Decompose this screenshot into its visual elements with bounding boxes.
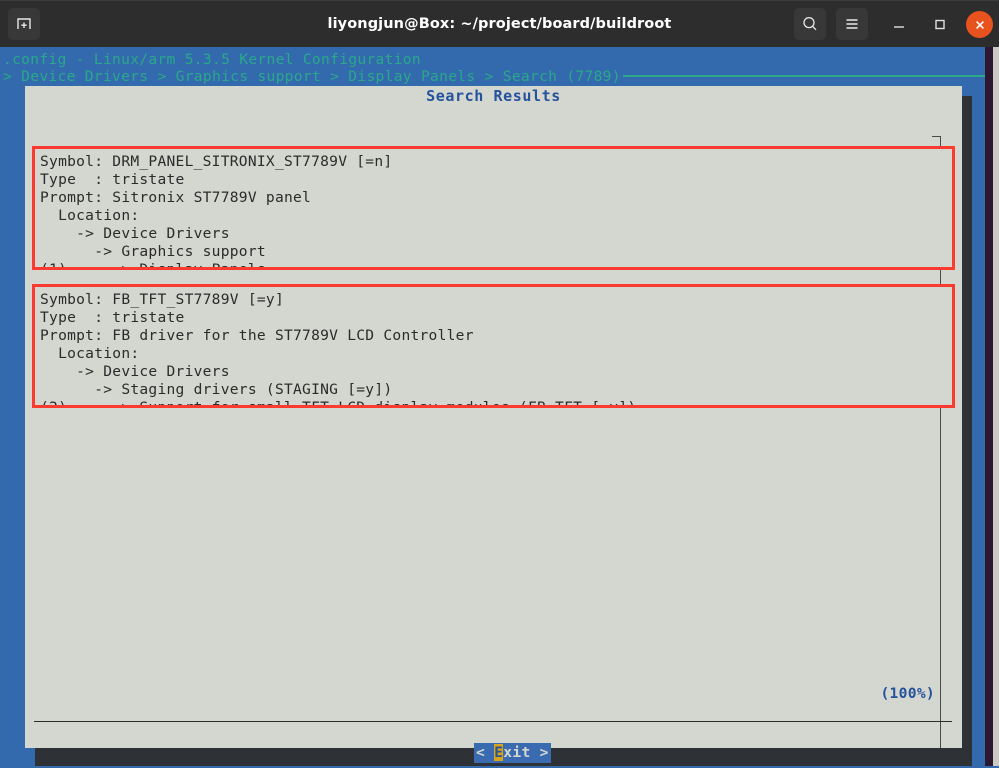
kernel-config-header: .config - Linux/arm 5.3.5 Kernel Configu… bbox=[3, 51, 421, 68]
scroll-percent: (100%) bbox=[880, 685, 935, 702]
window-right-dark-edge bbox=[985, 47, 993, 768]
close-button[interactable] bbox=[966, 11, 993, 38]
result-block[interactable]: Symbol: FB_TFT_ST7789V [=y] Type : trist… bbox=[32, 284, 955, 408]
result-line: Location: bbox=[40, 207, 140, 224]
maximize-icon bbox=[935, 19, 945, 30]
result-block[interactable]: Symbol: DRM_PANEL_SITRONIX_ST7789V [=n] … bbox=[32, 146, 955, 270]
close-icon bbox=[975, 20, 984, 29]
search-icon bbox=[803, 16, 817, 31]
dialog-title: Search Results bbox=[426, 87, 561, 105]
result-line: -> Device Drivers bbox=[40, 363, 230, 380]
exit-hotkey: E bbox=[494, 744, 504, 761]
result-line: -> Graphics support bbox=[40, 243, 266, 260]
exit-prefix: < bbox=[476, 744, 495, 761]
result-line: Type : tristate bbox=[40, 309, 185, 326]
terminal-window: liyongjun@Box: ~/project/board/buildroot bbox=[0, 0, 999, 768]
result-line: Type : tristate bbox=[40, 171, 185, 188]
search-button[interactable] bbox=[794, 8, 826, 40]
result-line: Symbol: DRM_PANEL_SITRONIX_ST7789V [=n] bbox=[40, 153, 393, 170]
result-line: -> Device Drivers bbox=[40, 225, 230, 242]
minimize-icon bbox=[894, 26, 904, 28]
minimize-button[interactable] bbox=[885, 10, 913, 38]
dialog-divider bbox=[34, 721, 952, 722]
result-line: Prompt: Sitronix ST7789V panel bbox=[40, 189, 312, 206]
result-line: (2) -> Support for small TFT LCD display… bbox=[40, 399, 637, 408]
hamburger-menu-icon bbox=[846, 19, 858, 29]
breadcrumb-rule bbox=[623, 75, 985, 77]
menu-button[interactable] bbox=[836, 8, 868, 40]
breadcrumb: > Device Drivers > Graphics support > Di… bbox=[3, 68, 621, 85]
search-results-dialog: Search Results Symbol: DRM_PANEL_SITRONI… bbox=[25, 86, 962, 763]
result-line: -> Staging drivers (STAGING [=y]) bbox=[40, 381, 393, 398]
title-bar: liyongjun@Box: ~/project/board/buildroot bbox=[0, 0, 999, 47]
result-line: (1) -> Display Panels bbox=[40, 261, 266, 270]
exit-button[interactable]: < Exit > bbox=[474, 743, 551, 763]
result-line: Symbol: FB_TFT_ST7789V [=y] bbox=[40, 291, 284, 308]
dialog-shadow-right bbox=[962, 96, 972, 748]
exit-label: xit > bbox=[503, 744, 549, 761]
terminal-content: .config - Linux/arm 5.3.5 Kernel Configu… bbox=[0, 47, 999, 768]
window-right-edge bbox=[993, 47, 999, 768]
result-line: Location: bbox=[40, 345, 140, 362]
result-line: Prompt: FB driver for the ST7789V LCD Co… bbox=[40, 327, 474, 344]
maximize-button[interactable] bbox=[926, 10, 954, 38]
